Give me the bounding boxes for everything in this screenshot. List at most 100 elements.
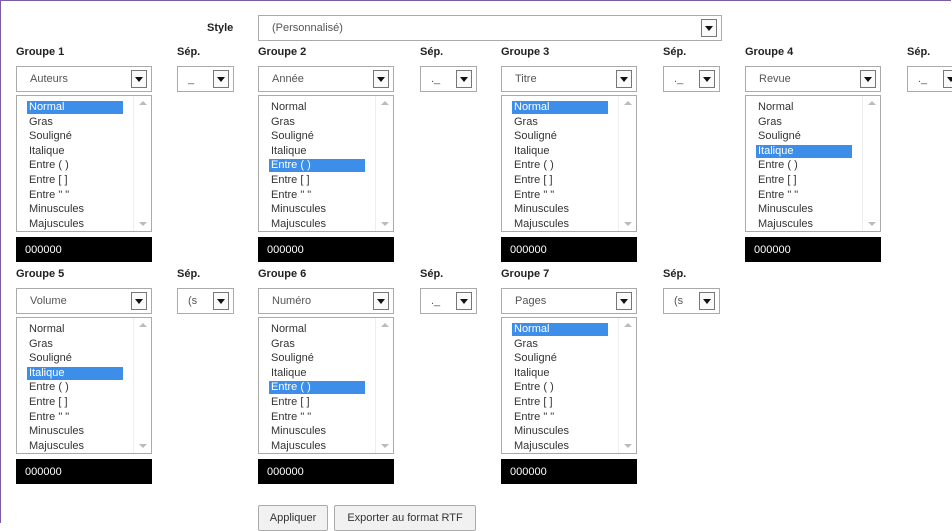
format-option[interactable]: Entre " " (27, 411, 123, 424)
scroll-up-icon[interactable] (868, 101, 876, 105)
color-input[interactable]: 000000 (258, 459, 394, 484)
format-option[interactable]: Entre " " (269, 411, 365, 424)
format-listbox[interactable]: Normal Gras Souligné Italique Entre ( ) Entre… (501, 95, 637, 232)
format-option[interactable]: Entre ( ) (27, 381, 123, 394)
format-option[interactable]: Entre ( ) (269, 159, 365, 173)
format-option[interactable]: Gras (269, 338, 365, 351)
format-option[interactable]: Italique (269, 367, 365, 380)
format-option[interactable]: Minuscules (512, 425, 608, 438)
format-option[interactable]: Italique (756, 144, 852, 158)
listbox-scrollbar[interactable] (375, 318, 393, 453)
format-option[interactable]: Italique (512, 367, 608, 380)
format-option[interactable]: Majuscules (512, 218, 608, 231)
listbox-scrollbar[interactable] (862, 96, 880, 231)
format-option[interactable]: Souligné (512, 352, 608, 365)
scroll-down-icon[interactable] (624, 222, 632, 226)
listbox-scrollbar[interactable] (618, 318, 636, 453)
separator-select[interactable]: (s (177, 288, 234, 314)
scroll-up-icon[interactable] (624, 101, 632, 105)
format-option[interactable]: Normal (269, 323, 365, 336)
color-input[interactable]: 000000 (501, 459, 637, 484)
field-select[interactable]: Numéro (258, 288, 394, 314)
separator-select[interactable]: (s (663, 288, 720, 314)
format-option[interactable]: Minuscules (269, 425, 365, 438)
scroll-up-icon[interactable] (139, 323, 147, 327)
format-option[interactable]: Minuscules (512, 203, 608, 216)
format-option[interactable]: Entre [ ] (269, 396, 365, 409)
color-input[interactable]: 000000 (501, 237, 637, 262)
scroll-up-icon[interactable] (381, 101, 389, 105)
field-select[interactable]: Revue (745, 66, 881, 92)
format-option[interactable]: Normal (269, 101, 365, 114)
field-select[interactable]: Année (258, 66, 394, 92)
listbox-scrollbar[interactable] (618, 96, 636, 231)
format-listbox[interactable]: Normal Gras Souligné Italique Entre ( ) Entre… (258, 95, 394, 232)
format-listbox[interactable]: Normal Gras Souligné Italique Entre ( ) Entre… (16, 317, 152, 454)
format-option[interactable]: Entre " " (269, 189, 365, 202)
format-option[interactable]: Entre " " (512, 189, 608, 202)
format-listbox[interactable]: Normal Gras Souligné Italique Entre ( ) Entre… (501, 317, 637, 454)
format-option[interactable]: Entre " " (756, 189, 852, 202)
format-option[interactable]: Italique (512, 145, 608, 158)
color-input[interactable]: 000000 (258, 237, 394, 262)
scroll-down-icon[interactable] (381, 444, 389, 448)
export-rtf-button[interactable]: Exporter au format RTF (334, 505, 476, 531)
format-option[interactable]: Souligné (512, 130, 608, 143)
format-option[interactable]: Minuscules (27, 425, 123, 438)
format-option[interactable]: Italique (27, 145, 123, 158)
format-option[interactable]: Majuscules (756, 218, 852, 231)
scroll-down-icon[interactable] (868, 222, 876, 226)
scroll-down-icon[interactable] (139, 222, 147, 226)
format-option[interactable]: Minuscules (269, 203, 365, 216)
format-option[interactable]: Majuscules (27, 218, 123, 231)
format-listbox[interactable]: Normal Gras Souligné Italique Entre ( ) Entre… (745, 95, 881, 232)
format-option[interactable]: Entre ( ) (512, 381, 608, 394)
format-option[interactable]: Entre [ ] (27, 174, 123, 187)
format-option[interactable]: Entre ( ) (756, 159, 852, 172)
format-option[interactable]: Minuscules (756, 203, 852, 216)
format-option[interactable]: Entre [ ] (27, 396, 123, 409)
format-option[interactable]: Entre [ ] (512, 396, 608, 409)
format-option[interactable]: Italique (269, 145, 365, 158)
separator-select[interactable]: ._ (420, 288, 477, 314)
format-option[interactable]: Entre [ ] (512, 174, 608, 187)
format-listbox[interactable]: Normal Gras Souligné Italique Entre ( ) Entre… (258, 317, 394, 454)
format-option[interactable]: Majuscules (512, 440, 608, 453)
format-option[interactable]: Gras (269, 116, 365, 129)
format-option[interactable]: Majuscules (27, 440, 123, 453)
listbox-scrollbar[interactable] (133, 318, 151, 453)
field-select[interactable]: Titre (501, 66, 637, 92)
format-option[interactable]: Entre [ ] (269, 174, 365, 187)
separator-select[interactable]: ._ (663, 66, 720, 92)
format-option[interactable]: Entre ( ) (512, 159, 608, 172)
format-option[interactable]: Gras (512, 116, 608, 129)
format-option[interactable]: Gras (756, 116, 852, 129)
color-input[interactable]: 000000 (745, 237, 881, 262)
scroll-down-icon[interactable] (381, 222, 389, 226)
format-option[interactable]: Souligné (269, 352, 365, 365)
apply-button[interactable]: Appliquer (258, 505, 328, 531)
field-select[interactable]: Auteurs (16, 66, 152, 92)
format-option[interactable]: Normal (27, 101, 123, 114)
field-select[interactable]: Pages (501, 288, 637, 314)
scroll-up-icon[interactable] (624, 323, 632, 327)
format-option[interactable]: Souligné (27, 352, 123, 365)
scroll-up-icon[interactable] (139, 101, 147, 105)
field-select[interactable]: Volume (16, 288, 152, 314)
format-option[interactable]: Gras (27, 116, 123, 129)
format-option[interactable]: Entre [ ] (756, 174, 852, 187)
format-option[interactable]: Normal (27, 323, 123, 336)
format-option[interactable]: Souligné (269, 130, 365, 143)
format-option[interactable]: Souligné (27, 130, 123, 143)
scroll-down-icon[interactable] (139, 444, 147, 448)
format-option[interactable]: Souligné (756, 130, 852, 143)
format-option[interactable]: Normal (756, 101, 852, 114)
format-option[interactable]: Entre ( ) (269, 381, 365, 395)
style-select[interactable]: (Personnalisé) (258, 15, 722, 41)
scroll-down-icon[interactable] (624, 444, 632, 448)
color-input[interactable]: 000000 (16, 459, 152, 484)
format-option[interactable]: Italique (27, 366, 123, 380)
format-option[interactable]: Entre " " (27, 189, 123, 202)
format-option[interactable]: Normal (512, 323, 608, 336)
separator-select[interactable]: ._ (420, 66, 477, 92)
